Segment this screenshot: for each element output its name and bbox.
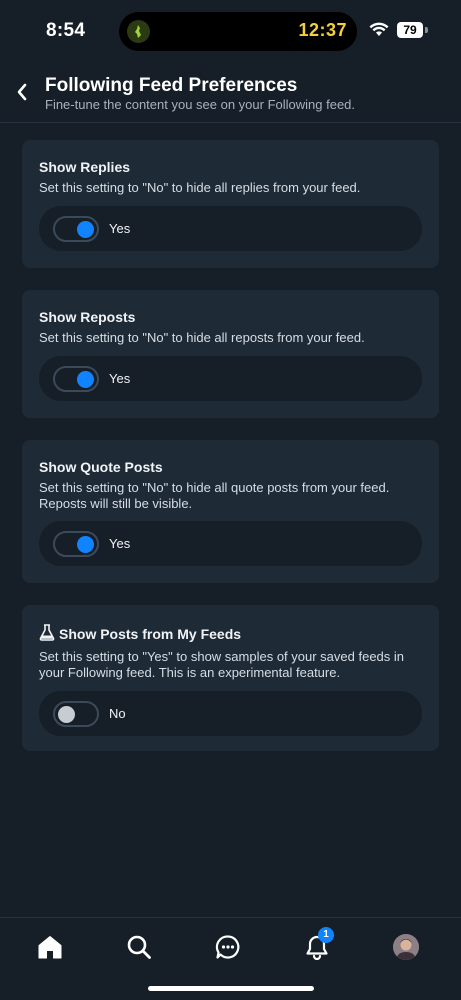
wifi-icon xyxy=(369,22,389,42)
back-button[interactable] xyxy=(10,80,34,104)
toggle-knob xyxy=(77,371,94,388)
setting-title: Show Posts from My Feeds xyxy=(59,626,242,642)
toggle-label: Yes xyxy=(109,371,131,386)
home-indicator[interactable] xyxy=(148,986,314,991)
setting-card-show-reposts: Show Reposts Set this setting to "No" to… xyxy=(22,290,439,418)
setting-title: Show Replies xyxy=(39,159,131,175)
status-bar: 8:54 12:37 79 xyxy=(0,0,461,62)
setting-card-show-quote-posts: Show Quote Posts Set this setting to "No… xyxy=(22,440,439,583)
toggle-label: Yes xyxy=(109,221,131,236)
home-icon xyxy=(38,936,62,959)
chevron-left-icon xyxy=(17,83,27,101)
toggle-show-reposts[interactable]: Yes xyxy=(39,356,422,401)
island-timer: 12:37 xyxy=(298,20,347,40)
setting-title-row: Show Posts from My Feeds xyxy=(39,624,241,644)
toggle-track xyxy=(53,216,99,242)
page-title: Following Feed Preferences xyxy=(45,75,298,96)
setting-title: Show Quote Posts xyxy=(39,459,163,475)
timer-app-icon xyxy=(127,20,150,43)
toggle-show-replies[interactable]: Yes xyxy=(39,206,422,251)
toggle-track xyxy=(53,531,99,557)
flask-icon xyxy=(39,624,55,644)
dynamic-island[interactable]: 12:37 xyxy=(119,12,357,51)
nav-notifications[interactable]: 1 xyxy=(302,927,334,962)
chat-icon xyxy=(215,935,240,959)
toggle-show-posts-from-my-feeds[interactable]: No xyxy=(39,691,422,736)
header: Following Feed Preferences Fine-tune the… xyxy=(0,62,461,123)
setting-card-show-posts-from-my-feeds: Show Posts from My Feeds Set this settin… xyxy=(22,605,439,751)
toggle-knob xyxy=(77,536,94,553)
setting-description: Set this setting to "No" to hide all quo… xyxy=(39,480,390,511)
toggle-label: Yes xyxy=(109,536,131,551)
toggle-track xyxy=(53,366,99,392)
setting-card-show-replies: Show Replies Set this setting to "No" to… xyxy=(22,140,439,268)
toggle-track xyxy=(53,701,99,727)
setting-description: Set this setting to "No" to hide all rep… xyxy=(39,330,365,345)
nav-search[interactable] xyxy=(124,932,154,962)
avatar xyxy=(393,934,419,960)
battery-tip xyxy=(425,27,428,33)
notification-badge: 1 xyxy=(318,927,334,943)
screen: 8:54 12:37 79 Following Feed Preferences… xyxy=(0,0,461,1000)
search-icon xyxy=(127,935,151,959)
toggle-knob xyxy=(58,706,75,723)
toggle-knob xyxy=(77,221,94,238)
nav-home[interactable] xyxy=(35,932,65,962)
nav-chat[interactable] xyxy=(213,932,243,962)
setting-description: Set this setting to "No" to hide all rep… xyxy=(39,180,361,195)
status-time: 8:54 xyxy=(46,20,86,41)
setting-title: Show Reposts xyxy=(39,309,136,325)
toggle-label: No xyxy=(109,706,126,721)
toggle-show-quote-posts[interactable]: Yes xyxy=(39,521,422,566)
setting-description: Set this setting to "Yes" to show sample… xyxy=(39,649,405,680)
page-subtitle: Fine-tune the content you see on your Fo… xyxy=(45,97,356,112)
nav-profile[interactable] xyxy=(391,932,421,962)
battery-indicator: 79 xyxy=(397,22,423,38)
